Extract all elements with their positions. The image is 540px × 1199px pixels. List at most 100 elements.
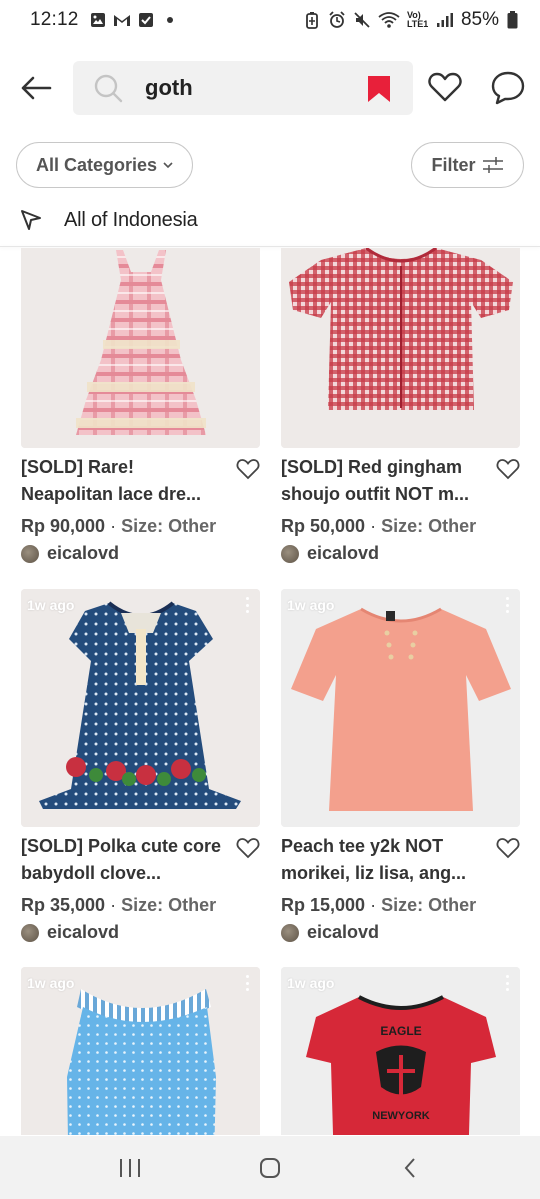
notification-icons xyxy=(89,11,179,29)
avatar xyxy=(281,923,299,942)
listing-age-badge: 1w ago xyxy=(27,597,75,613)
listing-age-badge: 1w ago xyxy=(287,975,335,991)
more-options-icon[interactable] xyxy=(244,975,250,991)
peach-tee-image xyxy=(281,589,520,827)
listing-card[interactable]: EAGLE NEWYORK 1w ago xyxy=(281,967,520,1135)
battery-percent: 85% xyxy=(460,9,499,30)
listing-age-badge: 1w ago xyxy=(287,597,335,613)
gallery-icon xyxy=(89,11,107,29)
seller-name: eicalovd xyxy=(47,922,120,942)
system-back-button[interactable] xyxy=(390,1148,430,1188)
listing-price: Rp 50,000 xyxy=(281,516,366,536)
likes-button[interactable] xyxy=(426,68,464,106)
price-separator: · xyxy=(365,895,382,915)
price-separator: · xyxy=(105,895,122,915)
save-search-bookmark-icon[interactable] xyxy=(367,75,391,103)
seller-row[interactable]: eicalovd xyxy=(281,922,520,943)
listing-image[interactable]: EAGLE NEWYORK 1w ago xyxy=(281,967,520,1135)
light-blue-dotted-top-image xyxy=(21,967,260,1135)
network-type-label: Vo) LTE1 xyxy=(406,10,429,29)
listing-title[interactable]: [SOLD] Polka cute core babydoll clove... xyxy=(21,833,231,887)
seller-row[interactable]: eicalovd xyxy=(21,543,260,564)
location-label: All of Indonesia xyxy=(64,208,198,231)
avatar xyxy=(281,544,299,563)
recent-apps-icon xyxy=(120,1158,140,1177)
avatar xyxy=(21,544,39,563)
listing-image[interactable]: 1w ago xyxy=(21,589,260,827)
search-header: goth xyxy=(0,58,540,118)
listing-price: Rp 90,000 xyxy=(21,516,106,536)
all-categories-dropdown[interactable]: All Categories xyxy=(16,142,193,188)
listing-image[interactable] xyxy=(21,248,260,448)
filter-button[interactable]: Filter xyxy=(411,142,524,188)
listing-price: Rp 35,000 xyxy=(21,895,106,915)
filter-label: Filter xyxy=(431,154,476,175)
home-button[interactable] xyxy=(250,1148,290,1188)
more-options-icon[interactable] xyxy=(504,975,510,991)
location-arrow-icon xyxy=(21,210,41,230)
status-time: 12:12 xyxy=(30,9,79,30)
listing-size: Size: Other xyxy=(121,895,217,915)
avatar xyxy=(21,923,39,942)
chevron-left-icon xyxy=(404,1157,415,1178)
listing-card[interactable]: [SOLD] Red gingham shoujo outfit NOT m..… xyxy=(281,248,520,564)
listing-price: Rp 15,000 xyxy=(281,895,366,915)
price-separator: · xyxy=(365,516,382,536)
gmail-icon xyxy=(113,11,131,29)
listing-size: Size: Other xyxy=(121,516,217,536)
like-heart-icon[interactable] xyxy=(236,458,260,480)
wifi-icon xyxy=(378,11,400,29)
location-selector[interactable]: All of Indonesia xyxy=(0,200,540,240)
listing-price-row: Rp 35,000 · Size: Other xyxy=(21,895,260,916)
listing-card[interactable]: 1w ago [SOLD] Polka cute core babydoll c… xyxy=(21,589,260,943)
like-heart-icon[interactable] xyxy=(236,837,260,859)
seller-row[interactable]: eicalovd xyxy=(21,922,260,943)
shirt-print-top-text: EAGLE xyxy=(380,1024,421,1038)
seller-row[interactable]: eicalovd xyxy=(281,543,520,564)
blue-polka-babydoll-image xyxy=(21,589,260,827)
listing-image[interactable] xyxy=(281,248,520,448)
listing-size: Size: Other xyxy=(381,895,477,915)
recent-apps-button[interactable] xyxy=(110,1148,150,1188)
listing-card[interactable]: [SOLD] Rare! Neapolitan lace dre... Rp 9… xyxy=(21,248,260,564)
red-gingham-top-image xyxy=(281,248,520,448)
like-heart-icon[interactable] xyxy=(496,837,520,859)
alarm-icon xyxy=(328,11,346,29)
listing-grid: [SOLD] Rare! Neapolitan lace dre... Rp 9… xyxy=(0,248,540,1135)
listing-image[interactable]: 1w ago xyxy=(281,589,520,827)
more-notifications-dot-icon xyxy=(161,11,179,29)
more-options-icon[interactable] xyxy=(244,597,250,613)
search-input[interactable]: goth xyxy=(73,61,413,115)
seller-name: eicalovd xyxy=(307,922,380,942)
price-separator: · xyxy=(105,516,122,536)
checkbox-app-icon xyxy=(137,11,155,29)
listing-price-row: Rp 90,000 · Size: Other xyxy=(21,516,260,537)
pink-plaid-dress-image xyxy=(21,248,260,448)
messages-button[interactable] xyxy=(488,68,528,108)
shirt-print-bottom-text: NEWYORK xyxy=(372,1110,430,1122)
listing-age-badge: 1w ago xyxy=(27,975,75,991)
chat-bubble-icon xyxy=(491,71,525,105)
red-eagle-tee-image: EAGLE NEWYORK xyxy=(281,967,520,1135)
more-options-icon[interactable] xyxy=(504,597,510,613)
chevron-down-icon xyxy=(163,162,173,169)
listing-price-row: Rp 15,000 · Size: Other xyxy=(281,895,520,916)
seller-name: eicalovd xyxy=(307,543,380,563)
listing-title[interactable]: [SOLD] Red gingham shoujo outfit NOT m..… xyxy=(281,454,491,508)
heart-icon xyxy=(428,72,462,102)
like-heart-icon[interactable] xyxy=(496,458,520,480)
system-navigation-bar xyxy=(0,1136,540,1199)
seller-name: eicalovd xyxy=(47,543,120,563)
listing-title[interactable]: Peach tee y2k NOT morikei, liz lisa, ang… xyxy=(281,833,491,887)
signal-icon xyxy=(436,11,454,29)
home-icon xyxy=(260,1157,280,1178)
categories-label: All Categories xyxy=(35,154,158,175)
listing-title[interactable]: [SOLD] Rare! Neapolitan lace dre... xyxy=(21,454,231,508)
battery-saver-icon xyxy=(303,11,321,29)
listing-card[interactable]: 1w ago xyxy=(21,967,260,1135)
mute-icon xyxy=(353,11,371,29)
listing-image[interactable]: 1w ago xyxy=(21,967,260,1135)
listing-card[interactable]: 1w ago Peach tee y2k NOT morikei, liz li… xyxy=(281,589,520,943)
back-button[interactable] xyxy=(16,70,56,106)
header-divider xyxy=(0,246,540,247)
